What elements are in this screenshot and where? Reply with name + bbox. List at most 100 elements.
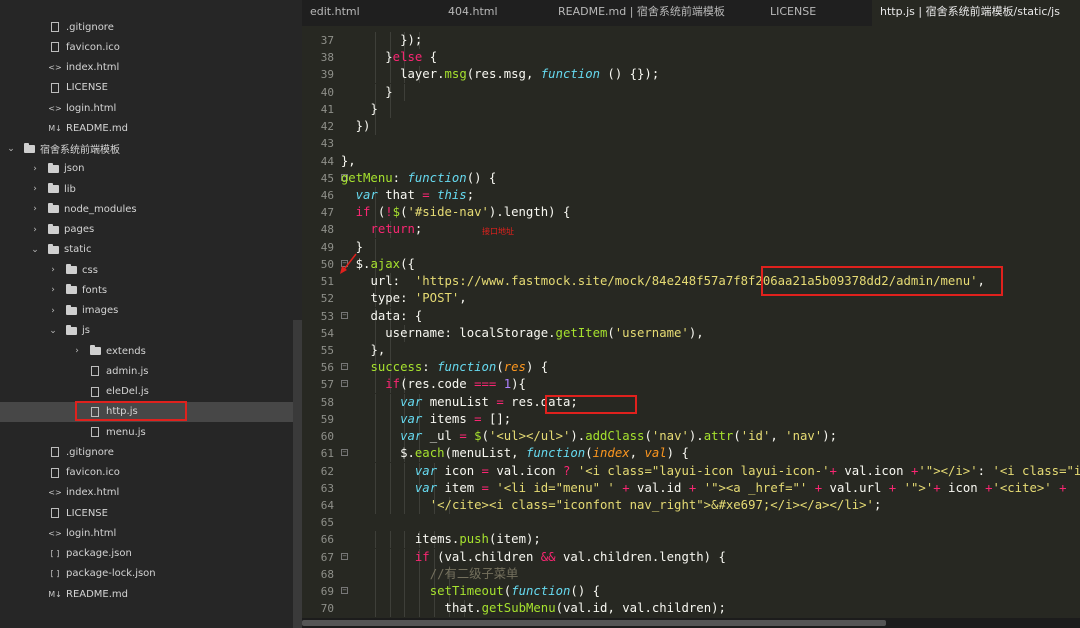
fold-toggle-icon[interactable]: − xyxy=(341,380,348,388)
tab-4[interactable]: http.js | 宿舍系统前端模板/static/js xyxy=(872,0,1080,26)
sidebar-item[interactable]: LICENSE xyxy=(0,503,293,523)
chevron-right-icon[interactable]: › xyxy=(30,184,40,194)
code-line[interactable]: 68 //有二级子菜单 xyxy=(302,565,1080,583)
sidebar-item[interactable]: admin.js xyxy=(0,361,293,381)
code-line[interactable]: 56− success: function(res) { xyxy=(302,359,1080,377)
sidebar-item[interactable]: › node_modules xyxy=(0,199,293,219)
horizontal-scrollbar[interactable] xyxy=(302,618,1080,628)
fold-toggle-icon[interactable]: − xyxy=(341,587,348,595)
sidebar-item[interactable]: M↓ README.md xyxy=(0,584,293,604)
code-line[interactable]: 57− if(res.code === 1){ xyxy=(302,376,1080,394)
sidebar-item[interactable]: › json xyxy=(0,159,293,179)
horizontal-scrollbar-thumb[interactable] xyxy=(302,620,886,626)
line-number: 37 xyxy=(320,34,334,47)
chevron-right-icon[interactable]: › xyxy=(48,265,58,275)
line-number: 70 xyxy=(320,602,334,616)
code-line[interactable]: 65 xyxy=(302,514,1080,531)
code-line[interactable]: 48 return; xyxy=(302,221,1080,239)
indent-guide xyxy=(434,600,436,618)
code-line[interactable]: 55}, xyxy=(302,341,1080,359)
code-line[interactable]: 70 that.getSubMenu(val.id, val.children); xyxy=(302,600,1080,618)
sidebar-item[interactable]: ⌄ static xyxy=(0,240,293,260)
code-line[interactable]: 53− data: { xyxy=(302,307,1080,325)
sidebar-item[interactable]: ⌄ 宿舍系统前端模板 xyxy=(0,139,293,159)
tab-2[interactable]: README.md | 宿舍系统前端模板 xyxy=(550,0,762,26)
code-line[interactable]: 39 layer.msg(res.msg, function () {}); xyxy=(302,66,1080,84)
code-line[interactable]: 40} xyxy=(302,83,1080,101)
sidebar-item[interactable]: › extends xyxy=(0,341,293,361)
code-token: type: xyxy=(370,291,415,306)
sidebar-item[interactable]: <> index.html xyxy=(0,58,293,78)
code-line[interactable]: 67− if (val.children && val.children.leng… xyxy=(302,548,1080,566)
sidebar-item[interactable]: [ ] package.json xyxy=(0,544,293,564)
code-line[interactable]: 61− $.each(menuList, function(index, val)… xyxy=(302,445,1080,463)
sidebar-item[interactable]: › fonts xyxy=(0,280,293,300)
sidebar-item[interactable]: <> login.html xyxy=(0,523,293,543)
chevron-right-icon[interactable]: › xyxy=(30,225,40,235)
code-line[interactable]: 47 if (!$('#side-nav').length) { xyxy=(302,204,1080,222)
code-line[interactable]: 46 var that = this; xyxy=(302,186,1080,204)
fold-toggle-icon[interactable]: − xyxy=(341,552,348,560)
folder-icon xyxy=(46,223,60,236)
code-line[interactable]: 37}); xyxy=(302,32,1080,49)
folder-open-icon xyxy=(46,243,60,256)
sidebar-item[interactable]: favicon.ico xyxy=(0,37,293,57)
sidebar-item[interactable]: M↓ README.md xyxy=(0,118,293,138)
sidebar-item[interactable]: LICENSE xyxy=(0,78,293,98)
code-token: function xyxy=(437,360,497,375)
code-line[interactable]: 42}) xyxy=(302,118,1080,136)
tab-0[interactable]: edit.html xyxy=(302,0,440,26)
fold-toggle-icon[interactable]: − xyxy=(341,449,348,457)
sidebar-item[interactable]: › lib xyxy=(0,179,293,199)
sidebar-item[interactable]: .gitignore xyxy=(0,442,293,462)
code-line[interactable]: 69− setTimeout(function() { xyxy=(302,583,1080,601)
code-line[interactable]: 62 var icon = val.icon ? '<i class="layui… xyxy=(302,462,1080,480)
code-line[interactable]: 45− getMenu: function() { xyxy=(302,170,1080,187)
tab-3[interactable]: LICENSE xyxy=(762,0,872,26)
sidebar-item-label: LICENSE xyxy=(66,82,108,94)
code-line[interactable]: 64 '</cite><i class="iconfont nav_right">… xyxy=(302,496,1080,514)
sidebar-item[interactable]: › images xyxy=(0,301,293,321)
chevron-down-icon[interactable]: ⌄ xyxy=(6,144,16,154)
chevron-right-icon[interactable]: › xyxy=(72,346,82,356)
code-line[interactable]: 49} xyxy=(302,238,1080,256)
code-line[interactable]: 63 var item = '<li id="menu" ' + val.id +… xyxy=(302,479,1080,497)
code-token: 'nav' xyxy=(651,429,689,444)
fold-toggle-icon[interactable]: − xyxy=(341,311,348,319)
code-token: val xyxy=(644,446,667,461)
fold-toggle-icon[interactable]: − xyxy=(341,363,348,371)
code-line[interactable]: 44}, xyxy=(302,153,1080,170)
sidebar-item[interactable]: <> login.html xyxy=(0,98,293,118)
indent-guide xyxy=(374,324,376,342)
code-line[interactable]: 66 items.push(item); xyxy=(302,531,1080,549)
code-text: success: function(res) { xyxy=(370,359,548,376)
sidebar-item[interactable]: favicon.ico xyxy=(0,463,293,483)
sidebar-item[interactable]: <> index.html xyxy=(0,483,293,503)
sidebar-item[interactable]: › pages xyxy=(0,220,293,240)
indent-guide xyxy=(389,479,391,497)
chevron-down-icon[interactable]: ⌄ xyxy=(30,245,40,255)
code-token: val.id xyxy=(629,480,689,495)
sidebar-item[interactable]: .gitignore xyxy=(0,17,293,37)
sidebar-item[interactable]: [ ] package-lock.json xyxy=(0,564,293,584)
sidebar-scrollbar[interactable] xyxy=(293,320,302,628)
tab-1[interactable]: 404.html xyxy=(440,0,550,26)
code-line[interactable]: 59 var items = []; xyxy=(302,410,1080,428)
code-line[interactable]: 58 var menuList = res.data; xyxy=(302,393,1080,411)
chevron-right-icon[interactable]: › xyxy=(48,306,58,316)
chevron-right-icon[interactable]: › xyxy=(30,164,40,174)
code-line[interactable]: 38}else { xyxy=(302,49,1080,67)
sidebar-item[interactable]: eleDel.js xyxy=(0,382,293,402)
sidebar-item[interactable]: menu.js xyxy=(0,422,293,442)
code-line[interactable]: 54 username: localStorage.getItem('userna… xyxy=(302,324,1080,342)
chevron-down-icon[interactable]: ⌄ xyxy=(48,326,58,336)
chevron-right-icon[interactable]: › xyxy=(48,285,58,295)
sidebar-item[interactable]: › css xyxy=(0,260,293,280)
code-line[interactable]: 60 var _ul = $('<ul></ul>').addClass('nav… xyxy=(302,428,1080,446)
code-line[interactable]: 43 xyxy=(302,135,1080,152)
sidebar-item[interactable]: ⌄ js xyxy=(0,321,293,341)
code-editor[interactable]: 37}); 38}else {39 layer.msg(res.msg, funct… xyxy=(302,26,1080,618)
chevron-right-icon[interactable]: › xyxy=(30,204,40,214)
code-line[interactable]: 41} xyxy=(302,100,1080,118)
sidebar-item-label: pages xyxy=(64,224,95,235)
